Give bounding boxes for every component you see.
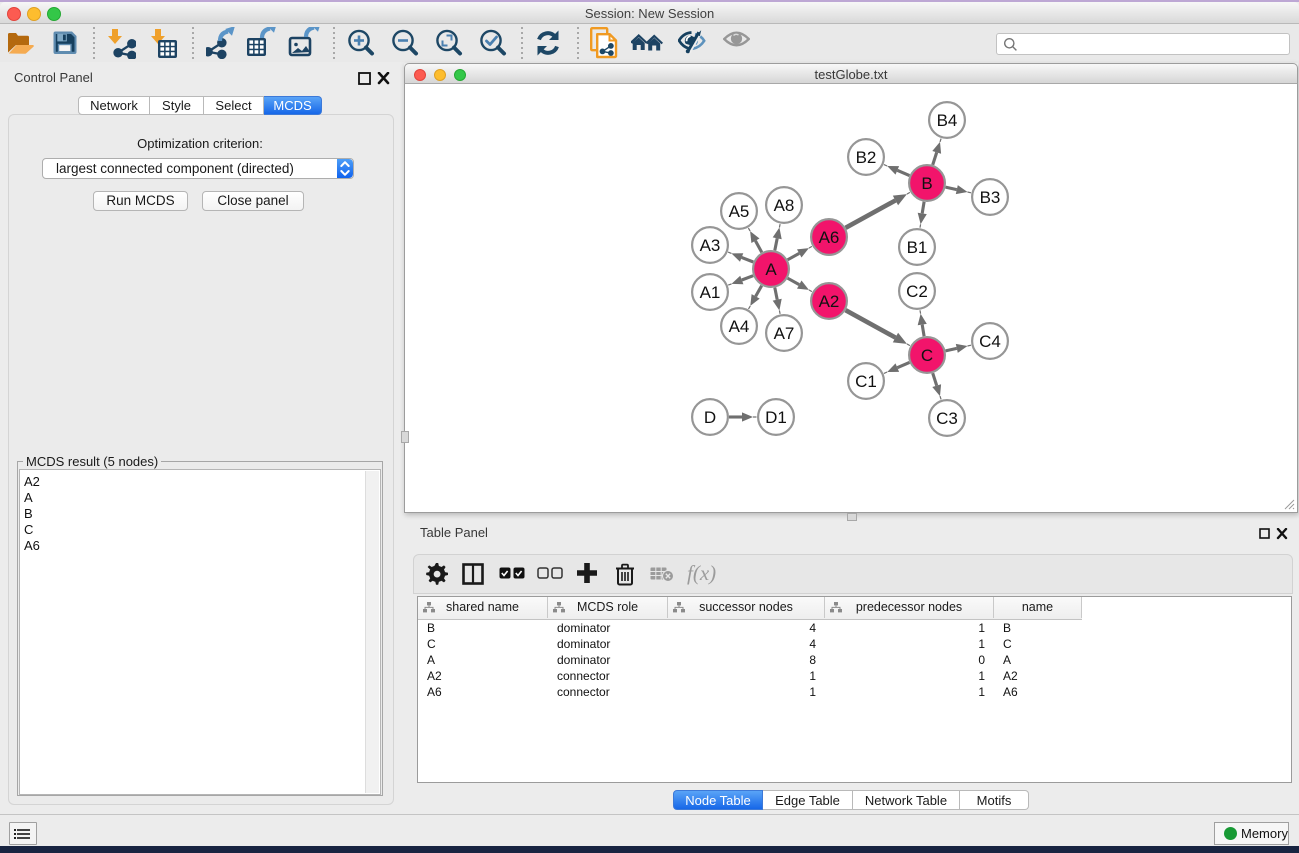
svg-text:B2: B2 xyxy=(856,148,877,167)
svg-text:A3: A3 xyxy=(700,236,721,255)
svg-text:A5: A5 xyxy=(729,202,750,221)
svg-text:C3: C3 xyxy=(936,409,958,428)
svg-text:A4: A4 xyxy=(729,317,750,336)
svg-text:B: B xyxy=(921,174,932,193)
svg-text:A: A xyxy=(765,260,777,279)
svg-text:A2: A2 xyxy=(819,292,840,311)
svg-text:A8: A8 xyxy=(774,196,795,215)
svg-text:B1: B1 xyxy=(907,238,928,257)
svg-text:D1: D1 xyxy=(765,408,787,427)
svg-text:A6: A6 xyxy=(819,228,840,247)
svg-text:C2: C2 xyxy=(906,282,928,301)
svg-text:A7: A7 xyxy=(774,324,795,343)
svg-text:C1: C1 xyxy=(855,372,877,391)
svg-text:A1: A1 xyxy=(700,283,721,302)
svg-text:C: C xyxy=(921,346,933,365)
svg-text:D: D xyxy=(704,408,716,427)
svg-text:B3: B3 xyxy=(980,188,1001,207)
svg-text:B4: B4 xyxy=(937,111,958,130)
svg-text:C4: C4 xyxy=(979,332,1001,351)
